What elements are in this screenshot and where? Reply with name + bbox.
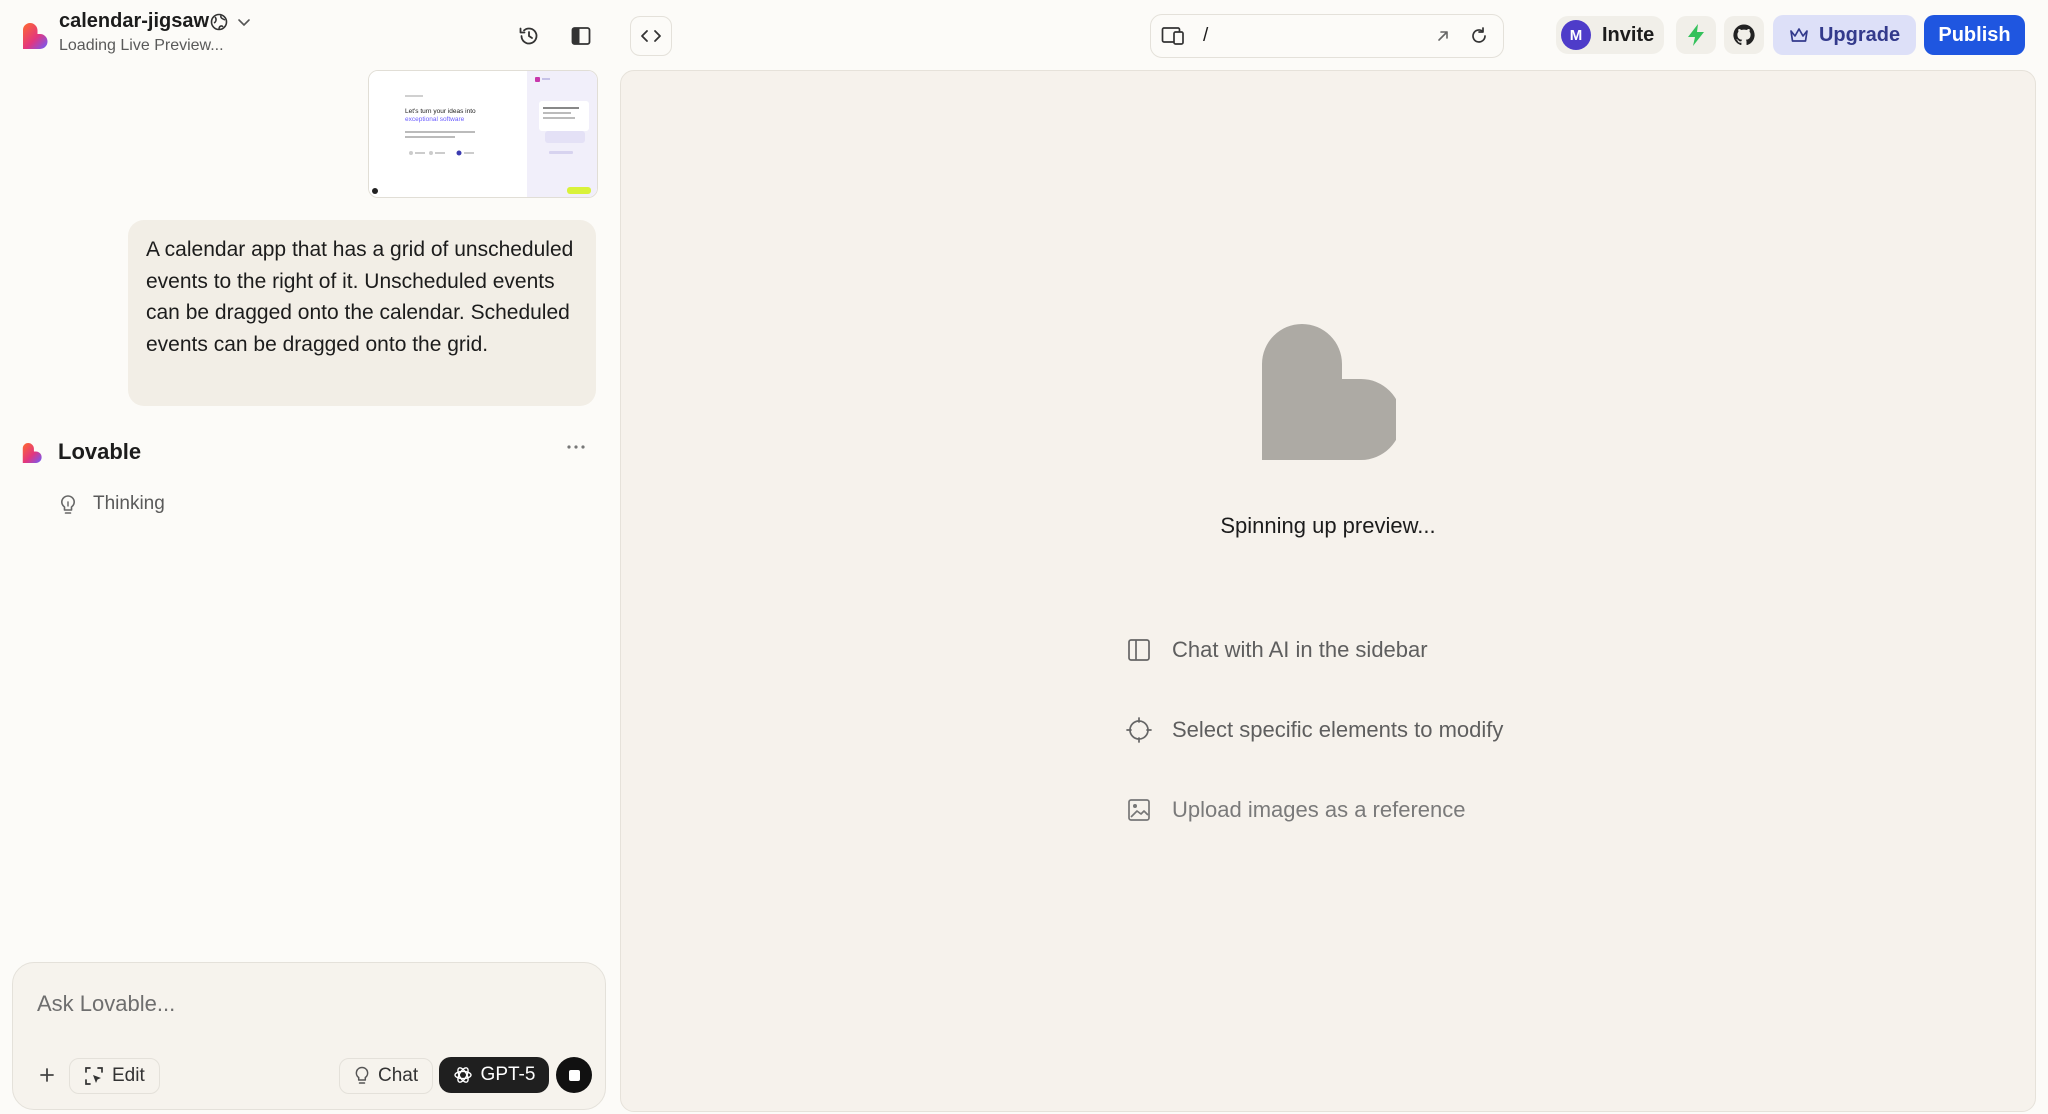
chat-input[interactable] bbox=[35, 985, 579, 1023]
upgrade-label: Upgrade bbox=[1818, 23, 1901, 46]
tip-upload-images: Upload images as a reference bbox=[1126, 795, 1466, 825]
lightning-bolt-icon bbox=[1688, 24, 1704, 46]
tip-label: Select specific elements to modify bbox=[1172, 717, 1504, 742]
thumbnail-headline-1: Let's turn your ideas into bbox=[405, 108, 476, 115]
preview-url-bar[interactable]: / bbox=[1150, 14, 1504, 58]
avatar: M bbox=[1561, 20, 1591, 50]
integrations-button[interactable] bbox=[1676, 16, 1716, 54]
assistant-name: Lovable bbox=[58, 439, 142, 464]
edit-label: Edit bbox=[112, 1065, 145, 1086]
open-in-new-tab-icon[interactable] bbox=[1433, 26, 1453, 46]
openai-icon bbox=[453, 1067, 472, 1083]
project-status: Loading Live Preview... bbox=[59, 37, 224, 54]
toggle-sidebar-button[interactable] bbox=[566, 21, 596, 51]
github-button[interactable] bbox=[1724, 16, 1764, 54]
attached-screenshot-thumbnail[interactable]: Let's turn your ideas into exceptional s… bbox=[368, 70, 598, 198]
chat-mode-button[interactable]: Chat bbox=[339, 1058, 434, 1094]
code-view-button[interactable] bbox=[630, 16, 672, 56]
model-label: GPT-5 bbox=[480, 1064, 536, 1085]
chat-mode-label: Chat bbox=[378, 1065, 419, 1086]
device-toggle-icon[interactable] bbox=[1161, 26, 1185, 46]
select-edit-icon bbox=[85, 1067, 103, 1085]
more-options-icon[interactable] bbox=[565, 436, 587, 458]
globe-icon bbox=[210, 13, 228, 31]
message-composer: Edit Chat GPT-5 bbox=[12, 962, 606, 1110]
code-icon bbox=[641, 30, 661, 42]
crown-icon bbox=[1790, 28, 1808, 42]
preview-panel: Spinning up preview... Chat with AI in t… bbox=[620, 70, 2036, 1112]
thinking-status[interactable]: Thinking bbox=[93, 493, 165, 515]
plus-icon[interactable] bbox=[33, 1061, 61, 1089]
stop-icon bbox=[568, 1069, 580, 1081]
history-button[interactable] bbox=[514, 21, 544, 51]
lightbulb-icon bbox=[61, 495, 75, 514]
user-message: A calendar app that has a grid of unsche… bbox=[128, 220, 596, 406]
sidebar-panel-icon bbox=[1128, 639, 1150, 661]
sidebar-toggle-icon bbox=[571, 27, 591, 45]
tip-chat-sidebar: Chat with AI in the sidebar bbox=[1126, 635, 1428, 665]
tip-select-elements: Select specific elements to modify bbox=[1126, 715, 1503, 745]
model-selector-button[interactable]: GPT-5 bbox=[439, 1057, 549, 1093]
preview-loading-status: Spinning up preview... bbox=[1220, 513, 1436, 538]
upgrade-button[interactable]: Upgrade bbox=[1773, 15, 1916, 55]
tip-label: Chat with AI in the sidebar bbox=[1172, 637, 1428, 662]
lovable-logo-icon bbox=[22, 442, 42, 463]
invite-label: Invite bbox=[1602, 24, 1655, 46]
thumbnail-preview: Let's turn your ideas into exceptional s… bbox=[369, 71, 597, 197]
thumbnail-headline-2: exceptional software bbox=[405, 116, 465, 123]
edit-button[interactable]: Edit bbox=[69, 1058, 160, 1094]
url-path[interactable]: / bbox=[1203, 25, 1208, 47]
project-name[interactable]: calendar-jigsaw bbox=[59, 10, 209, 33]
github-icon bbox=[1733, 24, 1755, 46]
chat-panel: Let's turn your ideas into exceptional s… bbox=[0, 70, 618, 1114]
publish-button[interactable]: Publish bbox=[1924, 15, 2025, 55]
top-bar: calendar-jigsaw Loading Live Preview... … bbox=[0, 0, 2048, 70]
lovable-logo-icon[interactable] bbox=[22, 22, 48, 50]
chevron-down-icon[interactable] bbox=[236, 14, 252, 30]
lightbulb-icon bbox=[355, 1066, 369, 1084]
lovable-heart-icon bbox=[1262, 324, 1396, 460]
crosshair-icon bbox=[1126, 717, 1152, 743]
tip-label: Upload images as a reference bbox=[1172, 797, 1466, 822]
invite-button[interactable]: M Invite bbox=[1556, 16, 1664, 54]
reload-icon[interactable] bbox=[1469, 26, 1489, 46]
history-icon bbox=[519, 27, 538, 45]
stop-generation-button[interactable] bbox=[556, 1057, 592, 1093]
image-icon bbox=[1128, 799, 1150, 821]
